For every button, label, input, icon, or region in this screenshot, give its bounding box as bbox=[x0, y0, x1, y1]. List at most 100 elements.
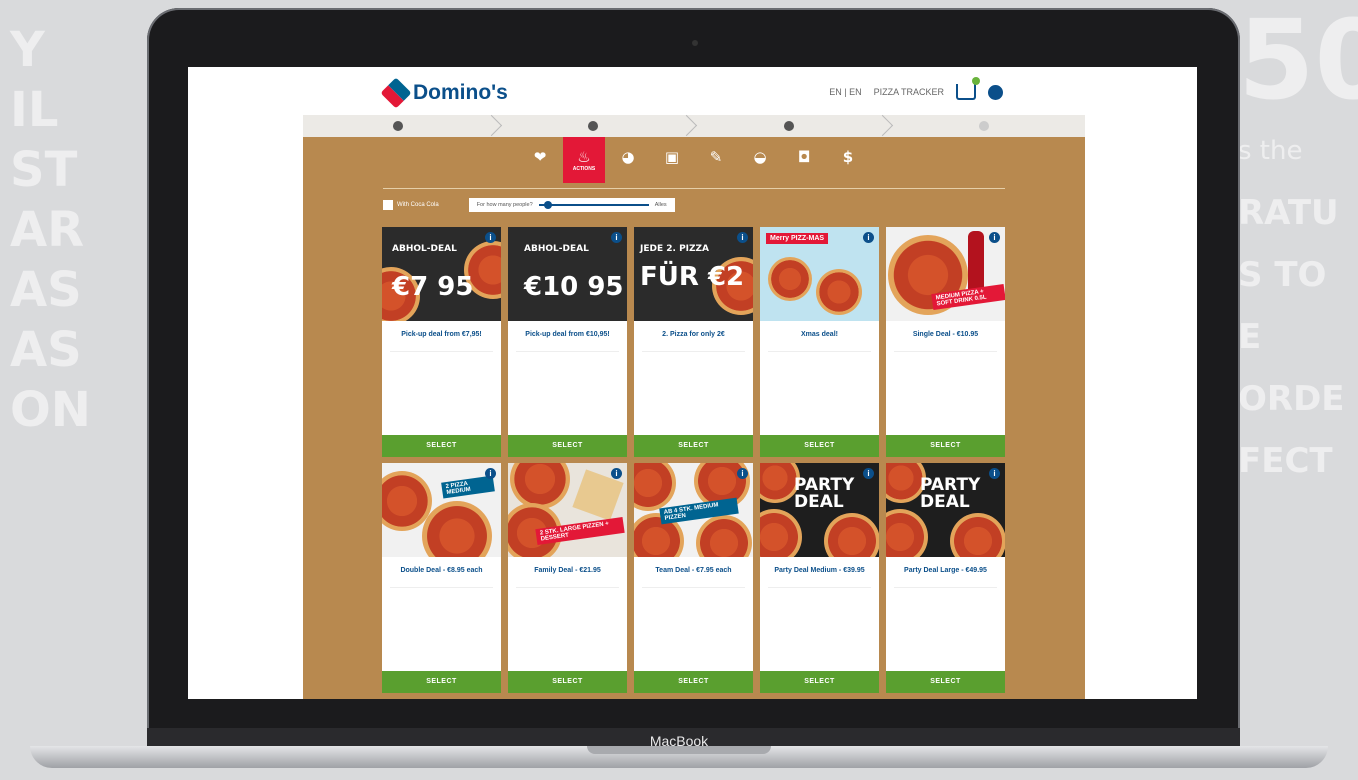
deal-image: PARTY DEAL i bbox=[886, 463, 1005, 557]
select-button[interactable]: SELECT bbox=[760, 435, 879, 457]
language-switch[interactable]: EN | EN bbox=[829, 87, 861, 97]
info-icon[interactable]: i bbox=[611, 468, 622, 479]
step-icon bbox=[392, 121, 403, 131]
people-filter: For how many people? Alles bbox=[468, 198, 675, 212]
info-icon[interactable]: i bbox=[863, 232, 874, 243]
webcam bbox=[692, 40, 698, 46]
info-icon[interactable]: i bbox=[863, 468, 874, 479]
box-icon: ▣ bbox=[664, 148, 680, 166]
slider-handle[interactable] bbox=[544, 201, 553, 209]
select-button[interactable]: SELECT bbox=[760, 671, 879, 693]
category-appetizers[interactable]: ▣ bbox=[651, 137, 693, 177]
deal-card: ABHOL-DEAL €10 95 i Pick-up deal from €10… bbox=[508, 227, 627, 457]
domino-tile-icon bbox=[380, 77, 412, 109]
promo-text: ABHOL-DEAL €10 95 bbox=[524, 244, 624, 302]
select-button[interactable]: SELECT bbox=[508, 671, 627, 693]
pizza-image bbox=[816, 269, 862, 315]
info-icon[interactable]: i bbox=[485, 232, 496, 243]
deal-filters: With Coca Cola For how many people? Alle… bbox=[383, 197, 1005, 213]
deal-image: 2 STK. LARGE PIZZEN + DESSERT i bbox=[508, 463, 627, 557]
select-button[interactable]: SELECT bbox=[634, 671, 753, 693]
bg-letter: AS bbox=[10, 322, 82, 378]
deal-description bbox=[760, 352, 879, 435]
people-slider[interactable] bbox=[538, 201, 649, 209]
select-button[interactable]: SELECT bbox=[634, 435, 753, 457]
deal-card: PARTY DEAL i Party Deal Medium - €39.95 … bbox=[760, 463, 879, 693]
select-button[interactable]: SELECT bbox=[886, 435, 1005, 457]
deal-image: PARTY DEAL i bbox=[760, 463, 879, 557]
deal-title: 2. Pizza for only 2€ bbox=[662, 331, 725, 338]
deal-title: Xmas deal! bbox=[801, 331, 838, 338]
bg-letter: ON bbox=[10, 382, 91, 438]
bowl-icon: ◒ bbox=[753, 148, 767, 166]
deal-title: Pick-up deal from €10,95! bbox=[525, 331, 610, 338]
bg-letter: AR bbox=[10, 202, 85, 258]
deal-description bbox=[508, 352, 627, 435]
info-icon[interactable]: i bbox=[989, 232, 1000, 243]
promo-banner: 2 PIZZA MEDIUM bbox=[441, 475, 495, 499]
deal-image: ABHOL-DEAL €10 95 i bbox=[508, 227, 627, 321]
deal-description bbox=[508, 588, 627, 671]
laptop-notch bbox=[587, 746, 771, 754]
header-actions: EN | EN PIZZA TRACKER bbox=[829, 77, 1003, 100]
user-icon[interactable] bbox=[988, 84, 1003, 100]
deal-description bbox=[382, 352, 501, 435]
background-right-lettering: 50 s the RATU S TO E ORDE FECT bbox=[1238, 0, 1358, 492]
people-value: Alles bbox=[654, 202, 667, 208]
category-pizza[interactable]: ◕ bbox=[607, 137, 649, 177]
category-dips[interactable]: ✎ bbox=[695, 137, 737, 177]
step-store[interactable] bbox=[499, 115, 695, 137]
category-label: ACTIONS bbox=[572, 166, 596, 172]
pizza-tracker-link[interactable]: PIZZA TRACKER bbox=[874, 87, 944, 97]
category-divider bbox=[383, 188, 1005, 189]
pizza-image bbox=[760, 509, 802, 557]
info-icon[interactable]: i bbox=[485, 468, 496, 479]
bg-letter: s the bbox=[1238, 136, 1303, 166]
site-header: Domino's EN | EN PIZZA TRACKER bbox=[303, 67, 1085, 115]
info-icon[interactable]: i bbox=[737, 468, 748, 479]
coca-cola-checkbox[interactable] bbox=[383, 200, 393, 210]
spoon-icon: ✎ bbox=[709, 148, 723, 166]
info-icon[interactable]: i bbox=[611, 232, 622, 243]
pizza-image bbox=[768, 257, 812, 301]
deal-description bbox=[886, 588, 1005, 671]
bg-letter: AS bbox=[10, 262, 82, 318]
deal-title: Double Deal - €8.95 each bbox=[400, 567, 483, 574]
category-bar: ❤ ♨ ACTIONS ◕ ▣ ✎ ◒ ◘ $ bbox=[303, 137, 1085, 185]
pizza-image bbox=[510, 463, 570, 509]
bg-letter: 50 bbox=[1238, 0, 1358, 124]
laptop-screen: Domino's EN | EN PIZZA TRACKER ❤ ♨ ACTION… bbox=[188, 67, 1197, 699]
select-button[interactable]: SELECT bbox=[382, 671, 501, 693]
promo-text: PARTY DEAL bbox=[920, 475, 981, 512]
background-left-lettering: Y IL ST AR AS AS ON bbox=[10, 20, 91, 440]
deal-description bbox=[382, 588, 501, 671]
step-icon bbox=[783, 121, 794, 131]
deal-description bbox=[634, 352, 753, 435]
order-steps bbox=[303, 115, 1085, 137]
deal-description bbox=[760, 588, 879, 671]
info-icon[interactable]: i bbox=[737, 232, 748, 243]
dominos-logo[interactable]: Domino's bbox=[380, 77, 508, 109]
flame-icon: ♨ bbox=[577, 148, 591, 166]
category-favorites[interactable]: ❤ bbox=[519, 137, 561, 177]
step-checkout[interactable] bbox=[890, 115, 1086, 137]
category-desserts[interactable]: ◘ bbox=[783, 137, 825, 177]
deal-title: Single Deal - €10.95 bbox=[912, 331, 979, 338]
people-label: For how many people? bbox=[476, 202, 533, 208]
step-time[interactable] bbox=[694, 115, 890, 137]
coca-cola-filter[interactable]: With Coca Cola bbox=[383, 200, 439, 210]
category-actions[interactable]: ♨ ACTIONS bbox=[563, 137, 605, 183]
promo-banner: Merry PIZZ-MAS bbox=[766, 233, 829, 244]
bg-letter: FECT bbox=[1238, 441, 1333, 481]
select-button[interactable]: SELECT bbox=[886, 671, 1005, 693]
info-icon[interactable]: i bbox=[989, 468, 1000, 479]
deal-title: Party Deal Large - €49.95 bbox=[904, 567, 987, 574]
select-button[interactable]: SELECT bbox=[382, 435, 501, 457]
category-salads[interactable]: ◒ bbox=[739, 137, 781, 177]
deal-title: Team Deal - €7.95 each bbox=[655, 567, 732, 574]
select-button[interactable]: SELECT bbox=[508, 435, 627, 457]
deal-description bbox=[634, 588, 753, 671]
step-delivery[interactable] bbox=[303, 115, 499, 137]
cart-icon[interactable] bbox=[956, 77, 980, 100]
category-drinks[interactable]: $ bbox=[827, 137, 869, 177]
